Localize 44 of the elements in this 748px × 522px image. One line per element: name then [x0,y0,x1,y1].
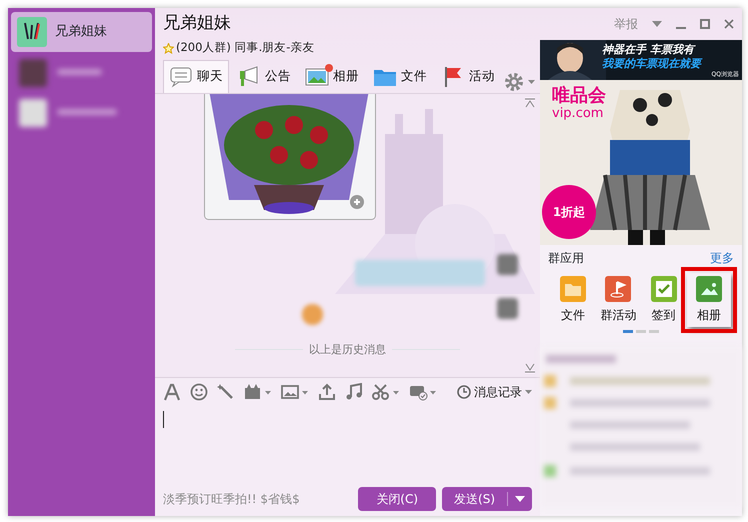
tab[interactable]: 活动 [435,60,501,93]
window-title: 兄弟姐妹 [163,12,231,36]
group-item[interactable]: 兄弟姐妹 [11,12,152,52]
history-divider-text: 以上是历史消息 [309,342,386,358]
group-name: 兄弟姐妹 [55,23,107,42]
group-info: (200人群) 同事.朋友-亲友 [176,39,314,56]
checkin-app-icon [650,276,677,302]
scroll-bottom-icon[interactable] [524,363,536,374]
promo-text: 淡季预订旺季拍!! $省钱$ [163,491,300,508]
magic-tool-icon[interactable] [217,382,235,401]
text-cursor [163,411,164,428]
caret-icon [525,390,532,394]
upload-tool-icon[interactable] [318,382,336,401]
chat-icon [169,64,193,89]
app-button[interactable]: 群活动 [596,273,640,327]
send-button[interactable]: 发送(S) [442,487,532,512]
apps-title: 群应用 [548,250,584,267]
message-history-button[interactable]: 消息记录 [457,382,532,401]
group-avatar-icon [17,17,47,47]
dropdown-icon[interactable] [652,21,662,27]
tab[interactable]: 文件 [367,60,433,93]
close-icon[interactable] [724,19,734,29]
banner-headline: 神器在手 车票我有 [602,43,697,57]
scissors-tool-icon[interactable] [372,382,400,401]
tab[interactable]: 公告 [231,60,297,93]
app-button[interactable]: 相册 [686,273,731,327]
settings-icon[interactable] [503,70,537,93]
image-tool-icon[interactable] [281,382,309,401]
album-app-icon [696,276,722,302]
font-tool-icon[interactable] [163,382,181,401]
music-tool-icon[interactable] [345,382,363,401]
tab[interactable]: 聊天 [163,60,229,93]
file-app-icon [560,276,586,302]
app-button[interactable]: 文件 [551,273,595,327]
emoji-tool-icon[interactable] [190,382,208,401]
app-button[interactable]: 签到 [642,273,686,327]
scroll-top-icon[interactable] [524,98,536,108]
close-button[interactable]: 关闭(C) [358,487,436,512]
tab[interactable]: 相册 [299,60,365,93]
more-link[interactable]: 更多 [710,249,734,267]
clock-icon [457,384,471,399]
banner-tagline: 我要的车票现在就要 [602,57,701,71]
event-app-icon [605,276,632,302]
maximize-icon[interactable] [700,19,710,29]
